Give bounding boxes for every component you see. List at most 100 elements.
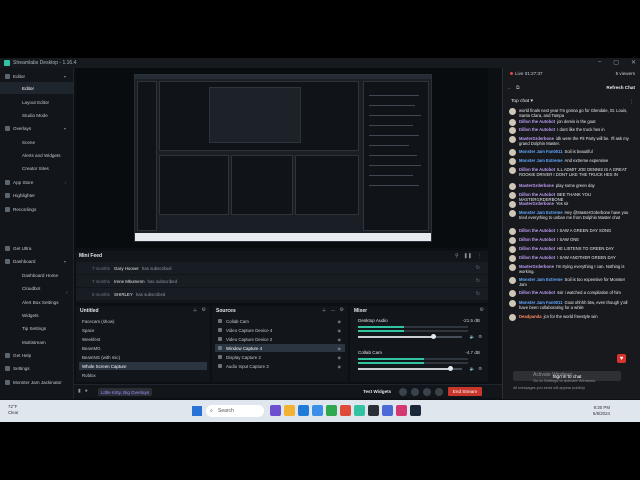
nav-item-studio-mode[interactable]: Studio Mode — [0, 109, 74, 121]
account-badge[interactable]: Little Kitty, Big Overlays — [98, 388, 153, 396]
volume-slider[interactable] — [358, 334, 462, 339]
end-stream-button[interactable]: End Stream — [448, 387, 482, 396]
nav-item-overlays[interactable]: Overlays ▾ — [0, 122, 74, 134]
minimize-button[interactable]: – — [598, 59, 601, 66]
visibility-icon[interactable]: ◉ — [338, 364, 342, 369]
scene-collection-title[interactable]: Untitled — [80, 308, 99, 314]
source-item[interactable]: Audio Input Capture 3 ◉ — [215, 362, 345, 370]
chat-username[interactable]: Dillon the Autobot — [519, 255, 555, 260]
visibility-icon[interactable]: ◉ — [338, 355, 342, 360]
nav-item-get-ultra[interactable]: Get Ultra — [0, 242, 74, 254]
app-pink-icon[interactable] — [396, 405, 407, 416]
streamlabs-taskbar-icon[interactable] — [354, 405, 365, 416]
volume-slider[interactable] — [358, 366, 462, 371]
collapse-nav-icon[interactable]: ‹ — [66, 290, 68, 296]
chat-username[interactable]: MasterGrderbone — [519, 201, 554, 206]
chat-more-icon[interactable]: ⋮ — [629, 99, 634, 105]
edge-icon[interactable] — [298, 405, 309, 416]
more-icon[interactable]: ⋮ — [477, 253, 482, 259]
nav-item-creator-sites[interactable]: Creator Sites — [0, 162, 74, 174]
mic-toggle-button[interactable] — [423, 388, 431, 396]
chat-username[interactable]: Dillon the Autobot — [519, 237, 555, 242]
nav-item-cloudbot[interactable]: Cloudbot — [0, 282, 74, 294]
source-item[interactable]: Display Capture 2 ◉ — [215, 353, 345, 361]
replay-alert-icon[interactable]: ↻ — [476, 265, 480, 271]
filter-icon[interactable]: ⚲ — [455, 253, 459, 259]
nav-item-multistream[interactable]: Multistream — [0, 336, 74, 348]
visibility-icon[interactable]: ◉ — [338, 328, 342, 333]
nav-item-recordings[interactable]: Recordings — [0, 203, 74, 215]
nav-item-get-help[interactable]: Get Help — [0, 349, 74, 361]
chat-username[interactable]: Dillon the Autobot — [519, 228, 555, 233]
chat-username[interactable]: Dillon the Autobot — [519, 127, 555, 132]
nav-item-alert-box-settings[interactable]: Alert Box Settings — [0, 296, 74, 308]
refresh-chat-button[interactable]: Refresh Chat — [606, 85, 635, 90]
scene-item[interactable]: BeamNG (with mic) — [79, 353, 207, 361]
add-scene-icon[interactable]: ＋ — [193, 307, 198, 314]
visibility-icon[interactable]: ◉ — [338, 337, 342, 342]
scene-item[interactable]: Weekfest — [79, 335, 207, 343]
nav-item-editor[interactable]: Editor — [0, 82, 74, 94]
nav-item-layout-editor[interactable]: Layout Editor — [0, 96, 74, 108]
nav-item-widgets[interactable]: Widgets — [0, 309, 74, 321]
pause-icon[interactable]: ❚❚ — [464, 253, 472, 259]
nav-item-scene[interactable]: Scene — [0, 136, 74, 148]
windows-start-icon[interactable] — [192, 406, 202, 416]
nav-item-monster-jam-jackinator[interactable]: Monster Jam Jackinator — [0, 376, 74, 388]
nav-item-editor[interactable]: Editor ▾ — [0, 70, 74, 82]
close-button[interactable]: ✕ — [631, 59, 636, 66]
file-explorer-icon[interactable] — [284, 405, 295, 416]
maximize-button[interactable]: ▢ — [613, 59, 619, 66]
nav-item-dashboard[interactable]: Dashboard ▾ — [0, 255, 74, 267]
channel-settings-icon[interactable]: ⚙ — [478, 366, 482, 372]
chat-mode-dropdown[interactable]: Top chat ▾ — [511, 99, 533, 104]
advanced-audio-icon[interactable]: ⚙ — [480, 307, 484, 313]
chat-username[interactable]: Monster Jam Extreme — [519, 158, 563, 163]
chat-username[interactable]: Monster Jam Fan0011 — [519, 149, 563, 154]
weather-widget[interactable]: 72°F Clear — [8, 404, 19, 415]
source-item[interactable]: Video Capture Device 2 ◉ — [215, 335, 345, 343]
volume-slider-knob[interactable] — [430, 334, 436, 339]
mute-icon[interactable]: 🔈 — [470, 366, 475, 372]
remove-source-icon[interactable]: － — [331, 307, 336, 314]
source-settings-icon[interactable]: ⚙ — [340, 307, 344, 314]
chat-username[interactable]: Dillon the Autobot — [519, 290, 555, 295]
add-source-icon[interactable]: ＋ — [321, 307, 326, 314]
visibility-icon[interactable]: ◉ — [338, 346, 342, 351]
chat-popout-icon[interactable]: ⧉ — [516, 85, 520, 91]
chat-username[interactable]: Deadpanda — [519, 314, 542, 319]
app-red-icon[interactable] — [340, 405, 351, 416]
nav-item-highlighter[interactable]: Highlighter — [0, 189, 74, 201]
source-item[interactable]: Collab Cam ◉ — [215, 317, 345, 325]
chat-username[interactable]: MasterGrderbone — [519, 183, 554, 188]
stats-icon[interactable]: ▮ — [78, 388, 81, 394]
go-live-settings-button[interactable] — [435, 388, 443, 396]
source-item[interactable]: Window Capture 4 ◉ — [215, 344, 345, 352]
discord-icon[interactable] — [382, 405, 393, 416]
nav-item-app-store[interactable]: App Store › — [0, 176, 74, 188]
system-clock[interactable]: 9:30 PM 5/8/2024 — [593, 405, 610, 417]
chat-username[interactable]: Dillon the Autobot — [519, 119, 555, 124]
heart-reaction-icon[interactable]: ♥ — [617, 354, 626, 363]
replay-buffer-button[interactable] — [411, 388, 419, 396]
taskbar-search-input[interactable]: Search — [206, 405, 264, 417]
source-item[interactable]: Video Capture Device 4 ◉ — [215, 326, 345, 334]
replay-alert-icon[interactable]: ↻ — [476, 278, 480, 284]
steam-icon[interactable] — [410, 405, 421, 416]
scene-item[interactable]: Whole Screen Capture — [79, 362, 207, 370]
task-view-icon[interactable] — [270, 405, 281, 416]
visibility-icon[interactable]: ◉ — [338, 319, 342, 324]
mail-icon[interactable] — [312, 405, 323, 416]
test-widgets-button[interactable]: Test Widgets — [363, 389, 391, 394]
mute-icon[interactable]: 🔈 — [470, 334, 475, 340]
app-dark-icon[interactable] — [368, 405, 379, 416]
chat-username[interactable]: Dillon the Autobot — [519, 246, 555, 251]
scene-item[interactable]: Facecam (show) — [79, 317, 207, 325]
nav-item-dashboard-home[interactable]: Dashboard Home — [0, 269, 74, 281]
nav-item-tip-settings[interactable]: Tip Settings — [0, 322, 74, 334]
scene-item[interactable]: Space — [79, 326, 207, 334]
scene-item[interactable]: Roblox — [79, 371, 207, 379]
scene-settings-icon[interactable]: ⚙ — [202, 307, 206, 314]
scene-item[interactable]: BeamMG — [79, 344, 207, 352]
account-icon[interactable]: ● — [85, 388, 88, 394]
